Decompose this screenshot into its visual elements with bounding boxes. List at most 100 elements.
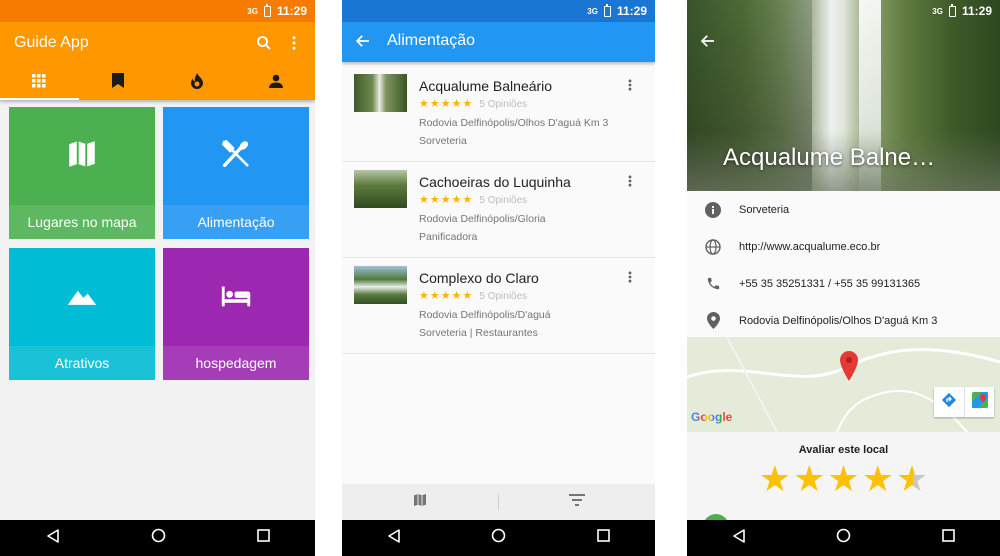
- star-icon: ★: [429, 290, 440, 302]
- item-title: Cachoeiras do Luquinha: [419, 174, 571, 190]
- status-bar: 3G 11:29: [687, 0, 1000, 22]
- fire-icon: [190, 72, 204, 94]
- system-nav-bar: [342, 520, 655, 556]
- battery-icon: [948, 3, 956, 17]
- star-icon: ★: [451, 290, 462, 302]
- star-icon: ★: [429, 98, 440, 110]
- recent-apps-icon[interactable]: [256, 529, 270, 547]
- star-icon[interactable]: ★: [759, 460, 791, 498]
- recent-apps-icon[interactable]: [597, 529, 610, 547]
- map-pin-icon: [840, 351, 858, 386]
- star-half-icon: ★: [462, 98, 473, 110]
- map-icon: [9, 137, 155, 171]
- tile-lodging[interactable]: hospedagem: [163, 248, 309, 380]
- status-bar: 3G 11:29: [342, 0, 655, 22]
- map-view-button[interactable]: [342, 492, 498, 513]
- item-category: Sorveteria: [419, 135, 467, 147]
- restaurant-icon: [163, 137, 309, 171]
- landscape-icon: [9, 278, 155, 312]
- home-icon[interactable]: [836, 528, 851, 548]
- network-indicator: 3G: [247, 6, 258, 16]
- star-half-icon: ★: [462, 290, 473, 302]
- tile-label: hospedagem: [163, 346, 309, 380]
- tile-attractions[interactable]: Atrativos: [9, 248, 155, 380]
- hotel-icon: [163, 278, 309, 312]
- info-row-address: Rodovia Delfinópolis/Olhos D'aguá Km 3: [687, 302, 1000, 339]
- map-icon: [412, 492, 428, 513]
- website-link[interactable]: http://www.acqualume.eco.br: [739, 241, 880, 253]
- clock: 11:29: [961, 4, 992, 18]
- map-buttons: [934, 387, 994, 417]
- star-half-icon[interactable]: ★: [896, 460, 928, 498]
- clock: 11:29: [276, 4, 307, 18]
- open-maps-button[interactable]: [964, 387, 994, 417]
- battery-icon: [263, 3, 271, 17]
- star-icon: ★: [440, 194, 451, 206]
- person-icon: [268, 74, 283, 93]
- more-options-icon[interactable]: [285, 34, 303, 57]
- recent-apps-icon[interactable]: [942, 529, 955, 547]
- star-icon: ★: [419, 194, 429, 206]
- tab-bookmarks[interactable]: [79, 66, 158, 100]
- home-icon[interactable]: [491, 528, 506, 548]
- food-list-screen: 3G 11:29 Alimentação Acqualume Balneário…: [342, 0, 655, 556]
- item-address: Rodovia Delfinópolis/D'aguá: [419, 309, 551, 321]
- back-icon[interactable]: [46, 528, 60, 548]
- review-count: 5 Opiniões: [479, 195, 528, 206]
- star-icon[interactable]: ★: [862, 460, 894, 498]
- info-row-category: Sorveteria: [687, 191, 1000, 228]
- thumbnail-image: [354, 266, 407, 304]
- back-arrow-icon[interactable]: [699, 32, 717, 55]
- tile-food[interactable]: Alimentação: [163, 107, 309, 239]
- rating-stars: ★ ★ ★ ★ ★ 5 Opiniões: [419, 98, 527, 111]
- tab-popular[interactable]: [158, 66, 237, 100]
- rating-input[interactable]: ★ ★ ★ ★ ★: [687, 460, 1000, 498]
- phone-text[interactable]: +55 35 35251331 / +55 35 99131365: [739, 278, 920, 290]
- back-arrow-icon[interactable]: [354, 32, 372, 55]
- info-row-website[interactable]: http://www.acqualume.eco.br: [687, 228, 1000, 265]
- address-text: Rodovia Delfinópolis/Olhos D'aguá Km 3: [739, 314, 938, 327]
- star-icon: ★: [440, 98, 451, 110]
- directions-button[interactable]: [934, 387, 964, 417]
- back-icon[interactable]: [387, 528, 401, 548]
- directions-icon: [941, 392, 957, 413]
- tab-grid[interactable]: [0, 66, 79, 100]
- google-logo: Google: [691, 410, 732, 424]
- network-indicator: 3G: [587, 6, 598, 16]
- clock: 11:29: [616, 4, 647, 18]
- info-row-phone[interactable]: +55 35 35251331 / +55 35 99131365: [687, 265, 1000, 302]
- more-options-icon[interactable]: [623, 174, 637, 193]
- list-item[interactable]: Cachoeiras do Luquinha ★ ★ ★ ★ ★ 5 Opiniões …: [342, 162, 655, 258]
- system-nav-bar: [0, 520, 315, 556]
- star-icon: ★: [451, 98, 462, 110]
- tab-profile[interactable]: [236, 66, 315, 100]
- home-icon[interactable]: [151, 528, 166, 548]
- item-address: Rodovia Delfinópolis/Olhos D'aguá Km 3: [419, 117, 609, 129]
- map-view[interactable]: Google: [687, 337, 1000, 432]
- review-count: 5 Opiniões: [479, 291, 528, 302]
- more-options-icon[interactable]: [623, 78, 637, 97]
- list-item[interactable]: Complexo do Claro ★ ★ ★ ★ ★ 5 Opiniões Rodov…: [342, 258, 655, 354]
- list-item[interactable]: Acqualume Balneário ★ ★ ★ ★ ★ 5 Opiniões Rod…: [342, 66, 655, 162]
- globe-icon: [687, 238, 739, 255]
- more-options-icon[interactable]: [623, 270, 637, 289]
- star-icon: ★: [440, 290, 451, 302]
- star-icon[interactable]: ★: [827, 460, 859, 498]
- search-icon[interactable]: [255, 34, 273, 57]
- item-category: Sorveteria | Restaurantes: [419, 327, 538, 339]
- item-title: Acqualume Balneário: [419, 78, 553, 94]
- rating-section: Avaliar este local ★ ★ ★ ★ ★: [687, 432, 1000, 520]
- filter-icon: [569, 493, 585, 511]
- item-category: Panificadora: [419, 231, 478, 243]
- star-icon[interactable]: ★: [793, 460, 825, 498]
- status-bar: 3G 11:29: [0, 0, 315, 22]
- back-icon[interactable]: [732, 528, 746, 548]
- tile-places-map[interactable]: Lugares no mapa: [9, 107, 155, 239]
- tile-label: Lugares no mapa: [9, 205, 155, 239]
- network-indicator: 3G: [932, 6, 943, 16]
- rating-stars: ★ ★ ★ ★ ★ 5 Opiniões: [419, 194, 528, 207]
- bottom-action-bar: [342, 484, 655, 520]
- rating-stars: ★ ★ ★ ★ ★ 5 Opiniões: [419, 290, 528, 303]
- app-bar: Alimentação: [342, 22, 655, 62]
- filter-button[interactable]: [499, 493, 655, 511]
